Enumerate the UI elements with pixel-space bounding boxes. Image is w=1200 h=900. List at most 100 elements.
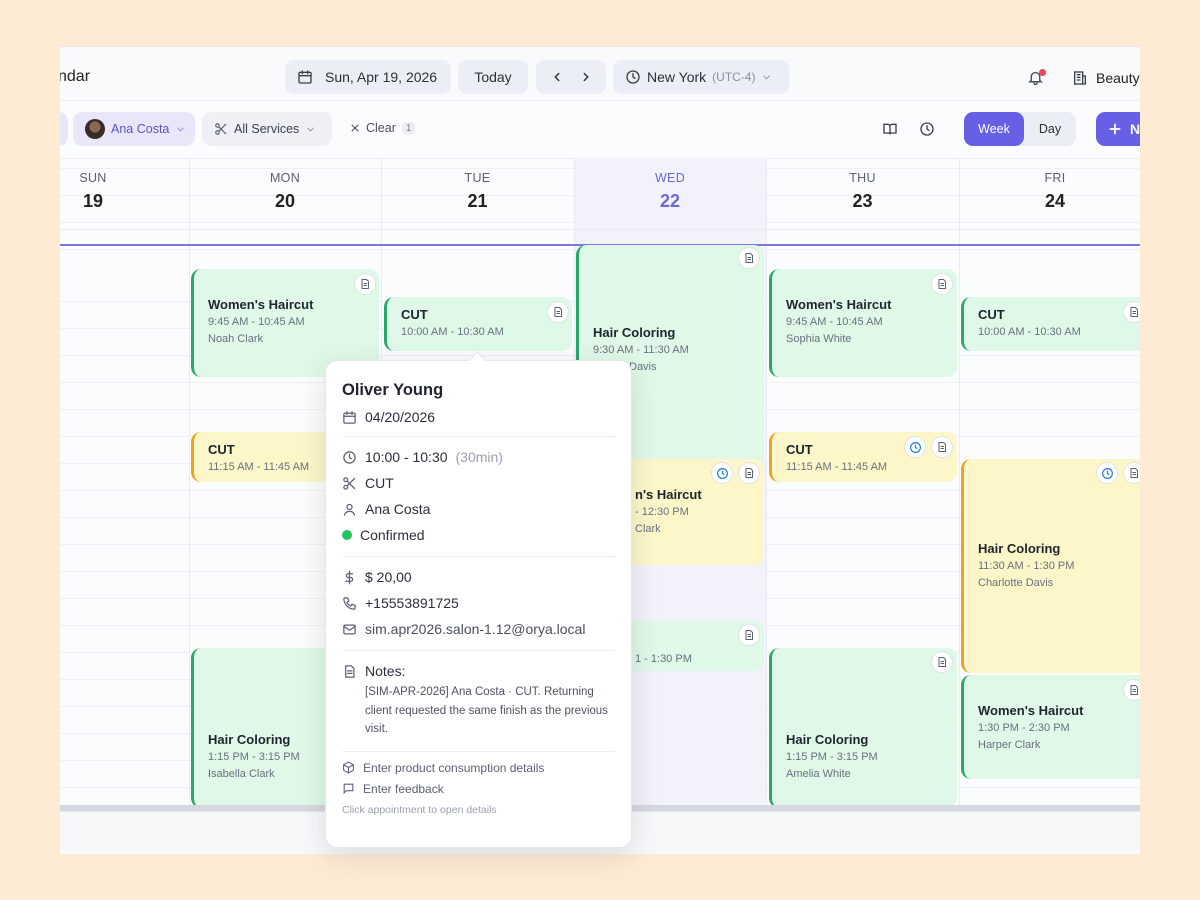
popover-staff-row: Ana Costa: [342, 501, 615, 517]
product-consumption-link[interactable]: Enter product consumption details: [342, 761, 615, 775]
appointment-card[interactable]: CUT 10:00 AM - 10:30 AM: [384, 297, 572, 351]
filter-bar: Ana Costa All Services Clear 1 Week Day …: [60, 101, 1140, 159]
appointment-time: 9:30 AM - 11:30 AM: [593, 344, 689, 356]
note-icon: [345, 664, 355, 678]
today-button[interactable]: Today: [458, 60, 528, 94]
popover-email-row: sim.apr2026.salon-1.12@orya.local: [342, 621, 615, 637]
appointment-card[interactable]: Women's Haircut 9:45 AM - 10:45 AM Sophi…: [769, 269, 957, 377]
calendar-icon: [343, 410, 356, 424]
popover-phone-row: +15553891725: [342, 595, 615, 611]
appointment-client: Sophia White: [786, 333, 852, 345]
date-picker[interactable]: Sun, Apr 19, 2026: [285, 60, 451, 94]
day-number: 24: [1044, 191, 1066, 211]
day-number: 21: [467, 191, 488, 211]
new-appointment-label: N: [1130, 121, 1140, 137]
appointment-client: Harper Clark: [978, 739, 1041, 751]
popover-date: 04/20/2026: [365, 409, 436, 425]
column-divider: [766, 159, 767, 805]
appointment-card[interactable]: CUT 10:00 AM - 10:30 AM: [961, 297, 1140, 351]
day-name: SUN: [79, 171, 107, 185]
day-header-sun[interactable]: SUN 19: [60, 159, 126, 229]
week-view-button[interactable]: Week: [964, 112, 1024, 146]
service-filter-label: All Services: [234, 122, 300, 136]
appointment-card[interactable]: Hair Coloring 11:30 AM - 1:30 PM Charlot…: [961, 459, 1140, 673]
feedback-link[interactable]: Enter feedback: [342, 782, 615, 796]
header-divider: [60, 229, 1140, 230]
day-name: TUE: [464, 171, 491, 185]
appointment-client: Davis: [629, 361, 657, 373]
timezone-label: New York: [647, 69, 707, 85]
note-icon[interactable]: [738, 462, 760, 484]
new-appointment-button[interactable]: N: [1096, 112, 1140, 146]
day-header-thu[interactable]: THU 23: [766, 159, 959, 229]
note-icon[interactable]: [931, 436, 953, 458]
clear-label: Clear: [366, 121, 396, 135]
clock-icon: [626, 70, 640, 84]
note-icon[interactable]: [738, 624, 760, 646]
appointment-time: 1 - 1:30 PM: [635, 653, 692, 665]
staff-filter-label: Ana Costa: [111, 122, 170, 136]
day-number: 23: [852, 191, 873, 211]
clock-icon[interactable]: [711, 462, 733, 484]
notification-dot: [1039, 69, 1046, 76]
appointment-card[interactable]: Hair Coloring 1:15 PM - 3:15 PM Amelia W…: [769, 648, 957, 805]
appointment-time: 11:30 AM - 1:30 PM: [978, 560, 1075, 572]
timezone-offset: (UTC-4): [712, 70, 756, 84]
day-header-fri[interactable]: FRI 24: [959, 159, 1140, 229]
chevron-left-icon[interactable]: [550, 70, 564, 84]
box-icon: [343, 761, 354, 774]
appointment-card[interactable]: CUT 11:15 AM - 11:45 AM: [769, 432, 957, 482]
popover-time-row: 10:00 - 10:30 (30min): [342, 449, 615, 465]
clock-icon[interactable]: [904, 436, 926, 458]
day-name: THU: [849, 171, 876, 185]
chevron-down-icon: [177, 127, 185, 132]
note-icon[interactable]: [1123, 462, 1140, 484]
appointment-title: Women's Haircut: [786, 297, 892, 312]
note-icon[interactable]: [931, 651, 953, 673]
day-header-wed[interactable]: WED 22: [574, 159, 766, 229]
note-icon[interactable]: [931, 273, 953, 295]
column-divider: [189, 159, 190, 805]
appointment-title: n's Haircut: [635, 487, 702, 502]
filter-pill-partial[interactable]: [60, 112, 68, 146]
clock-icon[interactable]: [919, 121, 935, 137]
popover-hint: Click appointment to open details: [342, 803, 497, 816]
note-icon[interactable]: [547, 301, 569, 323]
appointment-card[interactable]: Women's Haircut 1:30 PM - 2:30 PM Harper…: [961, 675, 1140, 779]
date-label: Sun, Apr 19, 2026: [325, 69, 438, 85]
appointment-title: Hair Coloring: [786, 732, 869, 747]
scissors-icon: [343, 476, 356, 490]
clear-filters-button[interactable]: Clear 1: [350, 121, 416, 135]
note-icon[interactable]: [1123, 679, 1140, 701]
page-title: ndar: [60, 68, 91, 85]
day-view-button[interactable]: Day: [1024, 112, 1076, 146]
chevron-right-icon[interactable]: [579, 70, 593, 84]
appointment-time: 1:15 PM - 3:15 PM: [786, 751, 878, 763]
service-filter[interactable]: All Services: [202, 112, 332, 146]
day-number: 19: [82, 191, 104, 211]
day-header-mon[interactable]: MON 20: [189, 159, 381, 229]
day-header-tue[interactable]: TUE 21: [381, 159, 574, 229]
clock-icon[interactable]: [1096, 462, 1118, 484]
clock-icon: [343, 450, 356, 464]
appointment-time: 1:30 PM - 2:30 PM: [978, 722, 1070, 734]
business-selector[interactable]: Beauty: [1072, 70, 1140, 86]
mail-icon: [343, 624, 356, 634]
appointment-client: Clark: [635, 523, 661, 535]
popover-time: 10:00 - 10:30: [365, 449, 448, 465]
column-divider: [959, 159, 960, 805]
popover-staff: Ana Costa: [365, 501, 431, 517]
staff-filter[interactable]: Ana Costa: [73, 112, 195, 146]
appointment-popover: Oliver Young 04/20/2026 10:00 - 10:30 (3…: [325, 351, 632, 848]
popover-phone[interactable]: +15553891725: [365, 595, 459, 611]
note-icon[interactable]: [354, 273, 376, 295]
appointment-title: Hair Coloring: [593, 325, 676, 340]
book-icon[interactable]: [882, 121, 898, 137]
dollar-icon: [345, 570, 354, 584]
timezone-select[interactable]: New York (UTC-4): [613, 60, 789, 94]
note-icon[interactable]: [1123, 301, 1140, 323]
divider: [342, 750, 615, 752]
appointment-client: Charlotte Davis: [978, 577, 1054, 589]
popover-email[interactable]: sim.apr2026.salon-1.12@orya.local: [365, 621, 585, 637]
note-icon[interactable]: [738, 247, 760, 269]
